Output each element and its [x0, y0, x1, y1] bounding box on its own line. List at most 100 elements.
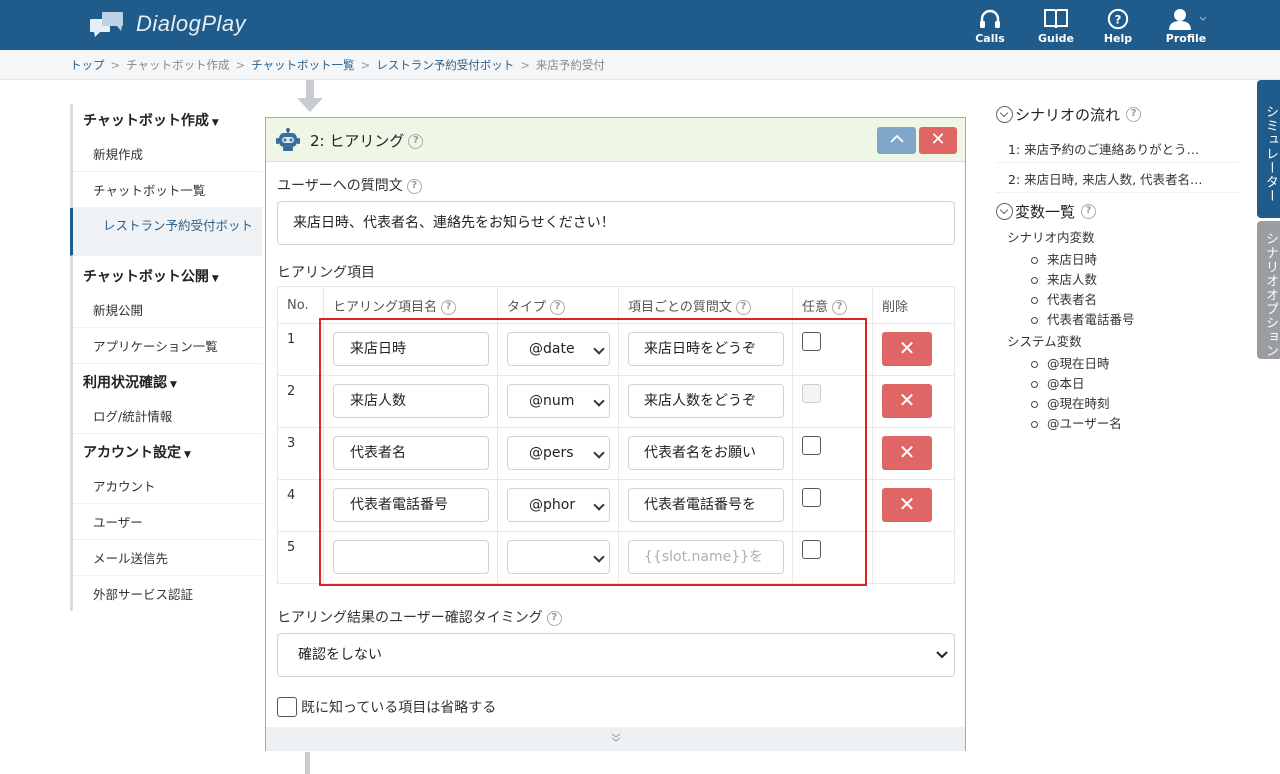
tab-scenario-options[interactable]: シナリオオプション: [1257, 221, 1280, 359]
question-input[interactable]: 来店日時、代表者名、連絡先をお知らせください！: [277, 201, 955, 245]
sidebar-item-mail[interactable]: メール送信先: [73, 540, 262, 576]
help-icon[interactable]: ?: [546, 610, 562, 626]
row-no: 4: [277, 479, 324, 532]
close-icon: ✕: [898, 440, 916, 464]
help-icon[interactable]: ?: [408, 134, 424, 149]
col-question-label: 項目ごとの質問文: [628, 299, 732, 315]
col-optional: 任意?: [792, 286, 873, 324]
optional-checkbox[interactable]: [802, 540, 821, 559]
sidebar-section-publish[interactable]: チャットボット公開 ▼: [73, 260, 262, 292]
sidebar-item-new[interactable]: 新規作成: [73, 136, 262, 172]
item-question-input[interactable]: 来店人数をどうぞ: [628, 384, 784, 418]
item-name-input[interactable]: 代表者名: [333, 436, 489, 470]
row-no: 2: [277, 375, 324, 428]
delete-row-button[interactable]: ✕: [882, 332, 932, 366]
close-icon: ✕: [930, 129, 946, 150]
item-question-input[interactable]: 来店日時をどうぞ: [628, 332, 784, 366]
optional-checkbox[interactable]: [802, 488, 821, 507]
item-question-input[interactable]: {{slot.name}}を: [628, 540, 784, 574]
breadcrumb-current: 来店予約受付: [535, 58, 605, 72]
breadcrumb-chatbot-list[interactable]: チャットボット一覧: [251, 58, 354, 72]
cell-optional: [792, 323, 873, 376]
type-select[interactable]: @phor: [507, 488, 610, 522]
vars-section-header[interactable]: 変数一覧?: [996, 201, 1246, 222]
sidebar-section-create[interactable]: チャットボット作成 ▼: [73, 104, 262, 136]
confirm-label: ヒアリング結果のユーザー確認タイミング?: [277, 607, 562, 627]
variable-item: @本日: [1007, 374, 1246, 394]
chevron-circle-icon: [996, 106, 1013, 123]
tab-simulator[interactable]: シミュレーター: [1257, 80, 1280, 218]
row-no: 3: [277, 427, 324, 480]
sidebar-item-chatbot-list[interactable]: チャットボット一覧: [73, 172, 262, 208]
cell-optional: [792, 427, 873, 480]
help-icon[interactable]: ?: [550, 299, 566, 315]
table-row: 1 来店日時 @date 来店日時をどうぞ ✕: [277, 323, 955, 376]
sidebar-item-app-list[interactable]: アプリケーション一覧: [73, 328, 262, 364]
user-icon: [1169, 9, 1206, 30]
item-name-input[interactable]: 来店日時: [333, 332, 489, 366]
item-name-input[interactable]: [333, 540, 489, 574]
breadcrumb-bot[interactable]: レストラン予約受付ボット: [376, 58, 514, 72]
item-name-input[interactable]: 来店人数: [333, 384, 489, 418]
flow-section-header[interactable]: シナリオの流れ?: [996, 104, 1246, 125]
help-icon[interactable]: ?: [735, 299, 751, 315]
cell-type: @phor: [497, 479, 619, 532]
close-icon: ✕: [898, 388, 916, 412]
table-row: 3 代表者名 @pers 代表者名をお願い ✕: [277, 427, 955, 480]
delete-row-button[interactable]: ✕: [882, 384, 932, 418]
optional-checkbox[interactable]: [802, 332, 821, 351]
delete-row-button[interactable]: ✕: [882, 488, 932, 522]
skip-known-checkbox[interactable]: [277, 697, 297, 717]
scenario-vars-title: シナリオ内変数: [1007, 230, 1095, 245]
nav-help[interactable]: ? Help: [1090, 8, 1146, 45]
remove-card-button[interactable]: ✕: [919, 127, 957, 154]
optional-checkbox[interactable]: [802, 436, 821, 455]
sidebar-section-account[interactable]: アカウント設定 ▼: [73, 436, 262, 468]
expand-bar[interactable]: [266, 727, 965, 751]
help-icon[interactable]: ?: [1081, 204, 1097, 219]
table-header-row: No. ヒアリング項目名? タイプ? 項目ごとの質問文? 任意? 削除: [277, 286, 955, 324]
type-select[interactable]: @date: [507, 332, 610, 366]
sidebar-item-users[interactable]: ユーザー: [73, 504, 262, 540]
help-icon[interactable]: ?: [832, 299, 848, 315]
cell-delete: ✕: [872, 479, 955, 532]
breadcrumb-top[interactable]: トップ: [70, 58, 105, 72]
nav-profile[interactable]: Profile: [1158, 8, 1214, 45]
flow-arrow-icon: [297, 80, 323, 112]
help-icon[interactable]: ?: [441, 299, 457, 315]
flow-item[interactable]: 2: 来店日時, 来店人数, 代表者名…: [996, 163, 1239, 193]
confirm-timing-select[interactable]: 確認をしない: [277, 633, 955, 677]
nav-calls[interactable]: Calls: [962, 8, 1018, 45]
breadcrumb: トップ > チャットボット作成 > チャットボット一覧 > レストラン予約受付ボット > 来店予…: [0, 50, 1280, 80]
breadcrumb-create: チャットボット作成: [126, 58, 230, 72]
flow-title: シナリオの流れ: [1015, 106, 1121, 124]
sidebar-item-new-publish[interactable]: 新規公開: [73, 292, 262, 328]
sidebar-section-usage[interactable]: 利用状況確認 ▼: [73, 366, 262, 398]
help-icon[interactable]: ?: [1126, 107, 1142, 122]
cell-name: 代表者電話番号: [323, 479, 498, 532]
variable-item: 来店日時: [1007, 250, 1246, 270]
type-select[interactable]: @pers: [507, 436, 610, 470]
delete-row-button[interactable]: ✕: [882, 436, 932, 470]
row-no: 1: [277, 323, 324, 376]
confirm-label-text: ヒアリング結果のユーザー確認タイミング: [277, 610, 543, 626]
app-logo[interactable]: DialogPlay: [90, 11, 246, 37]
cell-name: 代表者名: [323, 427, 498, 480]
scenario-vars-list: 来店日時 来店人数 代表者名 代表者電話番号: [996, 250, 1246, 330]
flow-item[interactable]: 1: 来店予約のご連絡ありがとう…: [996, 133, 1239, 163]
sidebar-section-publish-label: チャットボット公開: [83, 269, 209, 285]
type-select[interactable]: @num: [507, 384, 610, 418]
sidebar-item-logs[interactable]: ログ/統計情報: [73, 398, 262, 434]
collapse-button[interactable]: [877, 127, 916, 154]
nav-guide[interactable]: Guide: [1028, 8, 1084, 45]
item-question-input[interactable]: 代表者電話番号を: [628, 488, 784, 522]
variable-item: @現在時刻: [1007, 394, 1246, 414]
item-name-input[interactable]: 代表者電話番号: [333, 488, 489, 522]
card-title: 2: ヒアリング?: [310, 130, 424, 151]
sidebar-item-restaurant-bot[interactable]: レストラン予約受付ボット: [70, 208, 262, 256]
help-icon[interactable]: ?: [406, 178, 422, 194]
type-select[interactable]: [507, 540, 610, 574]
sidebar-item-external-auth[interactable]: 外部サービス認証: [73, 576, 262, 611]
item-question-input[interactable]: 代表者名をお願い: [628, 436, 784, 470]
sidebar-item-account[interactable]: アカウント: [73, 468, 262, 504]
